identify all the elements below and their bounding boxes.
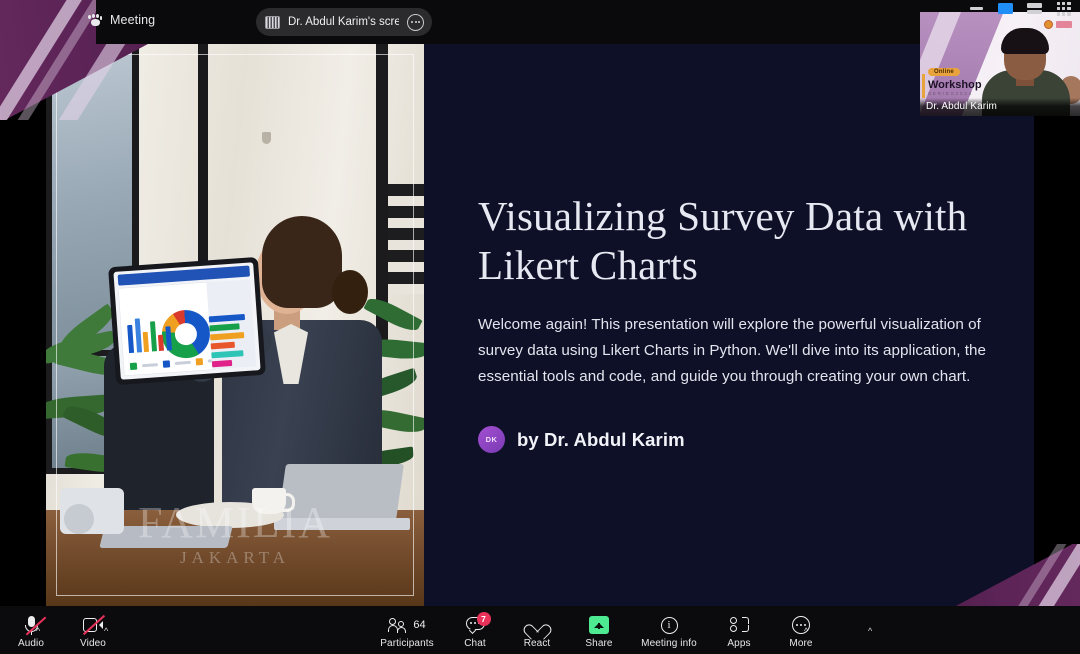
grid-view-icon[interactable] [1055, 1, 1072, 16]
online-pill: Online [928, 67, 960, 76]
chat-icon: 7 [465, 612, 491, 636]
screen-share-pill[interactable]: Dr. Abdul Karim's screen [256, 8, 432, 36]
meeting-info-button[interactable]: i Meeting info [630, 614, 708, 652]
people-icon: 64 [388, 614, 426, 636]
paw-icon [88, 14, 102, 26]
view-controls [968, 1, 1072, 16]
audio-label: Audio [17, 638, 45, 649]
slide-text-column: Visualizing Survey Data with Likert Char… [478, 44, 1034, 606]
participants-count: 64 [413, 619, 426, 631]
apps-icon [729, 614, 749, 636]
participants-label: Participants [380, 638, 434, 649]
apps-button[interactable]: Apps [708, 614, 770, 652]
meeting-info-label: Meeting info [641, 638, 697, 649]
minimize-icon[interactable] [968, 2, 985, 15]
meeting-toolbar: Audio ^ Video ^ 64 Participants ^ 7 Chat… [0, 606, 1080, 654]
workshop-subtitle: S E R I E S 2 0 2 4 [928, 91, 972, 96]
audio-button[interactable]: Audio [0, 614, 62, 652]
share-label: Share [585, 638, 613, 649]
toolbar-left-group: Audio ^ Video ^ [0, 614, 124, 652]
screen-share-label: Dr. Abdul Karim's screen [288, 16, 399, 28]
react-button[interactable]: React [506, 614, 568, 652]
workshop-backdrop-text: Online Workshop S E R I E S 2 0 2 4 [928, 60, 982, 96]
top-bar: Meeting Dr. Abdul Karim's screen [0, 0, 1080, 44]
chat-label: Chat [464, 638, 486, 649]
meeting-label: Meeting [110, 13, 156, 27]
self-view-thumbnail[interactable]: Online Workshop S E R I E S 2 0 2 4 Dr. … [920, 12, 1080, 116]
more-label: More [789, 638, 813, 649]
ellipsis-icon[interactable] [407, 13, 424, 31]
slide-photo: FAMILIA JAKARTA [46, 44, 424, 606]
presentation-slide: FAMILIA JAKARTA Visualizing Survey Data … [46, 44, 1034, 606]
chat-options-caret-icon[interactable]: ^ [868, 626, 872, 636]
tablet-dashboard [108, 256, 266, 386]
video-label: Video [80, 638, 106, 649]
chat-unread-badge: 7 [476, 612, 491, 626]
byline-text: by Dr. Abdul Karim [517, 428, 685, 450]
shared-screen-stage: FAMILIA JAKARTA Visualizing Survey Data … [0, 44, 1080, 606]
audio-options-caret-icon[interactable]: ^ [36, 626, 40, 636]
info-icon: i [660, 614, 678, 636]
screen-share-icon [265, 15, 280, 29]
toolbar-center-group: 64 Participants ^ 7 Chat ^ React Share i… [370, 612, 872, 652]
camera-muted-icon [82, 614, 106, 636]
video-button[interactable]: Video [62, 614, 124, 652]
split-view-icon[interactable] [1026, 2, 1043, 15]
apps-label: Apps [727, 638, 751, 649]
avatar: DK [478, 426, 505, 453]
participants-button[interactable]: 64 Participants [370, 614, 444, 652]
heart-icon [528, 614, 546, 636]
slide-byline: DK by Dr. Abdul Karim [478, 426, 685, 453]
react-label: React [523, 638, 551, 649]
more-button[interactable]: More [770, 614, 832, 652]
slide-paragraph: Welcome again! This presentation will ex… [478, 316, 987, 386]
zoom-meeting-window: FAMILIA JAKARTA Visualizing Survey Data … [0, 0, 1080, 654]
participant-name-label: Dr. Abdul Karim [920, 98, 1080, 116]
video-options-caret-icon[interactable]: ^ [104, 626, 108, 636]
workshop-title: Workshop [928, 78, 982, 91]
share-button[interactable]: Share [568, 614, 630, 652]
ellipsis-icon [792, 614, 810, 636]
meeting-indicator[interactable]: Meeting [88, 13, 155, 27]
chat-button[interactable]: 7 Chat [444, 612, 506, 652]
slide-title: Visualizing Survey Data with Likert Char… [478, 193, 968, 289]
speaker-view-icon[interactable] [997, 2, 1014, 15]
share-screen-icon [589, 614, 609, 636]
